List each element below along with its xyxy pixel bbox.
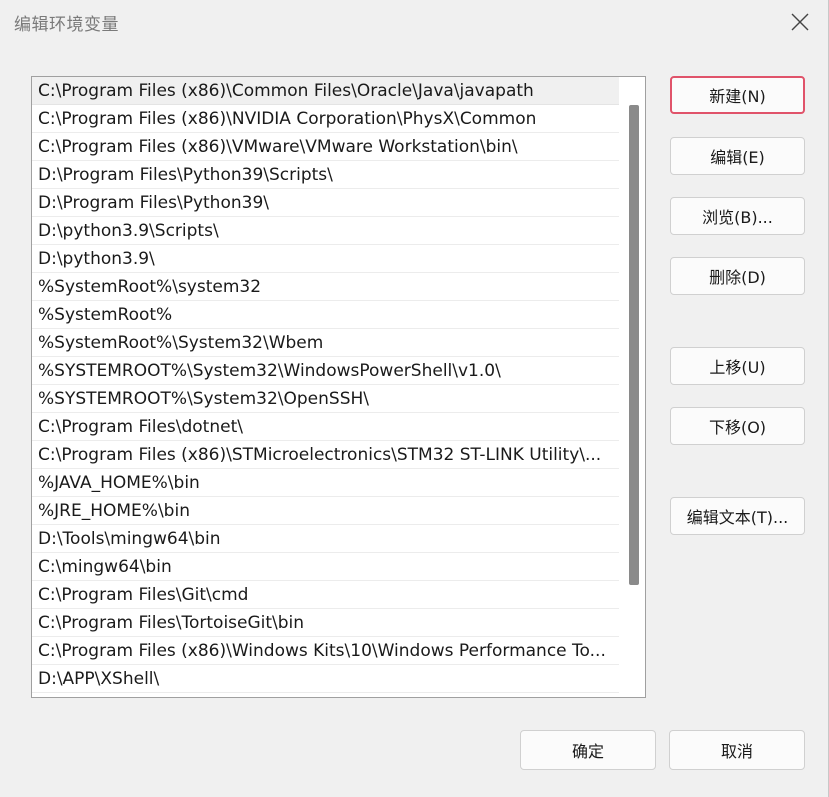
path-list-item[interactable]: %JRE_HOME%\bin bbox=[32, 497, 619, 525]
path-list-item[interactable]: C:\Program Files\TortoiseGit\bin bbox=[32, 609, 619, 637]
path-list-item[interactable]: C:\Program Files\Git\cmd bbox=[32, 581, 619, 609]
move-up-button[interactable]: 上移(U) bbox=[670, 347, 805, 385]
path-list-item[interactable]: %SystemRoot%\System32\Wbem bbox=[32, 329, 619, 357]
cancel-button[interactable]: 取消 bbox=[669, 730, 805, 770]
new-button[interactable]: 新建(N) bbox=[670, 76, 805, 114]
path-list-item[interactable]: C:\Program Files (x86)\Common Files\Orac… bbox=[32, 77, 619, 105]
scrollbar-thumb[interactable] bbox=[629, 105, 639, 585]
close-button[interactable] bbox=[781, 4, 819, 40]
title-bar: 编辑环境变量 bbox=[0, 0, 829, 46]
path-list[interactable]: C:\Program Files (x86)\Common Files\Orac… bbox=[31, 76, 646, 698]
path-list-item[interactable]: %SYSTEMROOT%\System32\WindowsPowerShell\… bbox=[32, 357, 619, 385]
path-list-item[interactable]: C:\Program Files (x86)\Windows Kits\10\W… bbox=[32, 637, 619, 665]
path-list-item[interactable]: C:\Program Files\dotnet\ bbox=[32, 413, 619, 441]
path-list-item[interactable]: D:\Tools\mingw64\bin bbox=[32, 525, 619, 553]
path-list-item[interactable]: C:\Program Files (x86)\VMware\VMware Wor… bbox=[32, 133, 619, 161]
ok-button[interactable]: 确定 bbox=[520, 730, 656, 770]
path-list-item[interactable]: D:\Program Files\Python39\Scripts\ bbox=[32, 161, 619, 189]
edit-button[interactable]: 编辑(E) bbox=[670, 137, 805, 175]
path-list-item[interactable]: %SystemRoot% bbox=[32, 301, 619, 329]
path-list-item[interactable]: C:\Program Files (x86)\NVIDIA Corporatio… bbox=[32, 105, 619, 133]
path-list-item[interactable]: D:\python3.9\Scripts\ bbox=[32, 217, 619, 245]
path-list-item[interactable]: D:\APP\XShell\ bbox=[32, 665, 619, 693]
path-list-item[interactable]: C:\Program Files (x86)\STMicroelectronic… bbox=[32, 441, 619, 469]
path-list-item[interactable]: D:\python3.9\ bbox=[32, 245, 619, 273]
path-list-item[interactable]: %JAVA_HOME%\bin bbox=[32, 469, 619, 497]
vertical-scrollbar[interactable] bbox=[619, 77, 645, 697]
path-list-items: C:\Program Files (x86)\Common Files\Orac… bbox=[32, 77, 619, 693]
dialog-title: 编辑环境变量 bbox=[14, 15, 119, 35]
browse-button[interactable]: 浏览(B)... bbox=[670, 197, 805, 235]
path-list-item[interactable]: %SystemRoot%\system32 bbox=[32, 273, 619, 301]
close-icon bbox=[791, 13, 809, 31]
move-down-button[interactable]: 下移(O) bbox=[670, 407, 805, 445]
path-list-item[interactable]: C:\mingw64\bin bbox=[32, 553, 619, 581]
path-list-item[interactable]: %SYSTEMROOT%\System32\OpenSSH\ bbox=[32, 385, 619, 413]
delete-button[interactable]: 删除(D) bbox=[670, 257, 805, 295]
edit-env-var-dialog: 编辑环境变量 C:\Program Files (x86)\Common Fil… bbox=[0, 0, 829, 797]
edit-text-button[interactable]: 编辑文本(T)... bbox=[670, 497, 805, 535]
path-list-item[interactable]: D:\Program Files\Python39\ bbox=[32, 189, 619, 217]
